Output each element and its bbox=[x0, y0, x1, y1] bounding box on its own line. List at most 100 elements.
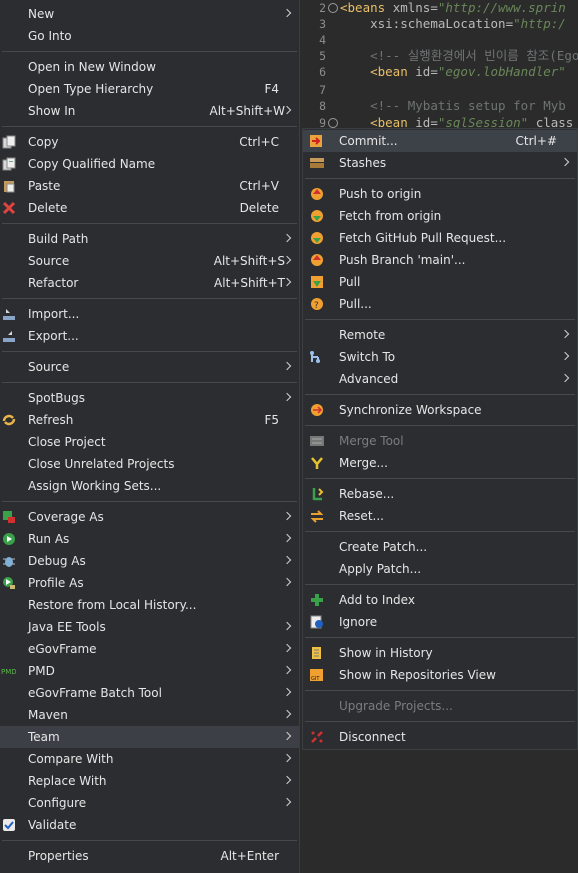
menu-item-paste[interactable]: Paste Ctrl+V bbox=[0, 175, 299, 197]
menu-item-assign-working-sets[interactable]: Assign Working Sets... bbox=[0, 475, 299, 497]
team-submenu: Commit... Ctrl+# Stashes Push to origin Fetc… bbox=[302, 128, 578, 750]
menu-item-go-into[interactable]: Go Into bbox=[0, 25, 299, 47]
fold-toggle-icon[interactable] bbox=[328, 118, 338, 128]
menu-item-fetch-from-origin[interactable]: Fetch from origin bbox=[303, 205, 577, 227]
menu-item-team[interactable]: Team bbox=[0, 726, 299, 748]
menu-item-reset[interactable]: Reset... bbox=[303, 505, 577, 527]
pmd-icon: PMD bbox=[1, 663, 16, 678]
menu-item-egovframe-batch-tool[interactable]: eGovFrame Batch Tool bbox=[0, 682, 299, 704]
line-number: 2 bbox=[319, 1, 326, 15]
menu-item-egovframe[interactable]: eGovFrame bbox=[0, 638, 299, 660]
menu-item-label: Push Branch 'main'... bbox=[339, 253, 466, 267]
menu-item-disconnect[interactable]: Disconnect bbox=[303, 726, 577, 748]
menu-separator bbox=[2, 223, 297, 224]
menu-item-remote[interactable]: Remote bbox=[303, 324, 577, 346]
menu-item-label: New bbox=[28, 7, 55, 21]
menu-item-replace-with[interactable]: Replace With bbox=[0, 770, 299, 792]
menu-item-java-ee-tools[interactable]: Java EE Tools bbox=[0, 616, 299, 638]
menu-item-source[interactable]: Source bbox=[0, 356, 299, 378]
menu-separator bbox=[305, 721, 575, 722]
menu-item-rebase[interactable]: Rebase... bbox=[303, 483, 577, 505]
menu-item-show-in-repositories-view[interactable]: GIT Show in Repositories View bbox=[303, 664, 577, 686]
menu-item-label: Close Project bbox=[28, 435, 106, 449]
menu-item-spotbugs[interactable]: SpotBugs bbox=[0, 387, 299, 409]
menu-item-refresh[interactable]: Refresh F5 bbox=[0, 409, 299, 431]
menu-item-pull[interactable]: Pull bbox=[303, 271, 577, 293]
menu-item-open-in-new-window[interactable]: Open in New Window bbox=[0, 56, 299, 78]
push-branch-icon bbox=[309, 252, 324, 267]
menu-item-label: Ignore bbox=[339, 615, 378, 629]
menu-item-run-as[interactable]: Run As bbox=[0, 528, 299, 550]
menu-item-new[interactable]: New bbox=[0, 3, 299, 25]
menu-item-copy-qualified-name[interactable]: Copy Qualified Name bbox=[0, 153, 299, 175]
menu-item-validate[interactable]: Validate bbox=[0, 814, 299, 836]
menu-item-maven[interactable]: Maven bbox=[0, 704, 299, 726]
menu-item-close-project[interactable]: Close Project bbox=[0, 431, 299, 453]
menu-item-push-to-origin[interactable]: Push to origin bbox=[303, 183, 577, 205]
submenu-arrow-icon bbox=[560, 373, 570, 383]
menu-item-create-patch[interactable]: Create Patch... bbox=[303, 536, 577, 558]
menu-item-show-in[interactable]: Show In Alt+Shift+W bbox=[0, 100, 299, 122]
line-number: 8 bbox=[319, 99, 326, 113]
menu-item-synchronize-workspace[interactable]: Synchronize Workspace bbox=[303, 399, 577, 421]
menu-item-configure[interactable]: Configure bbox=[0, 792, 299, 814]
menu-item-label: Advanced bbox=[339, 372, 399, 386]
menu-item-advanced[interactable]: Advanced bbox=[303, 368, 577, 390]
commit-icon bbox=[309, 133, 324, 148]
reset-icon bbox=[309, 508, 324, 523]
submenu-arrow-icon bbox=[282, 621, 292, 631]
menu-separator bbox=[305, 394, 575, 395]
menu-item-close-unrelated-projects[interactable]: Close Unrelated Projects bbox=[0, 453, 299, 475]
shortcut-label: Ctrl+# bbox=[515, 134, 557, 148]
menu-item-restore-from-local-history[interactable]: Restore from Local History... bbox=[0, 594, 299, 616]
menu-item-source[interactable]: Source Alt+Shift+S bbox=[0, 250, 299, 272]
submenu-arrow-icon bbox=[282, 709, 292, 719]
menu-item-ignore[interactable]: Ignore bbox=[303, 611, 577, 633]
menu-item-label: Source bbox=[28, 254, 70, 268]
menu-item-push-branch-main[interactable]: Push Branch 'main'... bbox=[303, 249, 577, 271]
submenu-arrow-icon bbox=[282, 775, 292, 785]
svg-text:?: ? bbox=[314, 301, 319, 311]
menu-item-build-path[interactable]: Build Path bbox=[0, 228, 299, 250]
menu-item-add-to-index[interactable]: Add to Index bbox=[303, 589, 577, 611]
submenu-arrow-icon bbox=[282, 731, 292, 741]
menu-item-switch-to[interactable]: Switch To bbox=[303, 346, 577, 368]
run-icon bbox=[1, 531, 16, 546]
menu-item-import[interactable]: Import... bbox=[0, 303, 299, 325]
menu-item-label: Synchronize Workspace bbox=[339, 403, 482, 417]
menu-item-debug-as[interactable]: Debug As bbox=[0, 550, 299, 572]
menu-item-label: eGovFrame Batch Tool bbox=[28, 686, 162, 700]
submenu-arrow-icon bbox=[282, 511, 292, 521]
menu-item-export[interactable]: Export... bbox=[0, 325, 299, 347]
menu-item-label: Paste bbox=[28, 179, 61, 193]
menu-item-label: Delete bbox=[28, 201, 68, 215]
menu-item-stashes[interactable]: Stashes bbox=[303, 152, 577, 174]
menu-item-open-type-hierarchy[interactable]: Open Type Hierarchy F4 bbox=[0, 78, 299, 100]
menu-separator bbox=[305, 584, 575, 585]
menu-separator bbox=[305, 319, 575, 320]
menu-item-merge[interactable]: Merge... bbox=[303, 452, 577, 474]
menu-item-compare-with[interactable]: Compare With bbox=[0, 748, 299, 770]
menu-item-delete[interactable]: Delete Delete bbox=[0, 197, 299, 219]
fold-toggle-icon[interactable] bbox=[328, 3, 338, 13]
copy-icon bbox=[1, 134, 16, 149]
svg-text:PMD: PMD bbox=[1, 668, 16, 676]
fetch-pr-icon bbox=[309, 230, 324, 245]
menu-item-refactor[interactable]: Refactor Alt+Shift+T bbox=[0, 272, 299, 294]
menu-item-fetch-github-pull-request[interactable]: Fetch GitHub Pull Request... bbox=[303, 227, 577, 249]
menu-item-profile-as[interactable]: Profile As bbox=[0, 572, 299, 594]
menu-item-coverage-as[interactable]: Coverage As bbox=[0, 506, 299, 528]
line-number: 3 bbox=[319, 17, 326, 31]
menu-item-pull[interactable]: ? Pull... bbox=[303, 293, 577, 315]
menu-item-label: Create Patch... bbox=[339, 540, 428, 554]
menu-item-label: Maven bbox=[28, 708, 68, 722]
menu-item-show-in-history[interactable]: Show in History bbox=[303, 642, 577, 664]
menu-item-properties[interactable]: Properties Alt+Enter bbox=[0, 845, 299, 867]
menu-item-label: Apply Patch... bbox=[339, 562, 422, 576]
menu-item-pmd[interactable]: PMD PMD bbox=[0, 660, 299, 682]
menu-item-apply-patch[interactable]: Apply Patch... bbox=[303, 558, 577, 580]
menu-item-copy[interactable]: Copy Ctrl+C bbox=[0, 131, 299, 153]
code-text: <!-- Mybatis setup for Myb bbox=[370, 98, 566, 113]
menu-item-label: Team bbox=[28, 730, 60, 744]
menu-item-commit[interactable]: Commit... Ctrl+# bbox=[303, 130, 577, 152]
